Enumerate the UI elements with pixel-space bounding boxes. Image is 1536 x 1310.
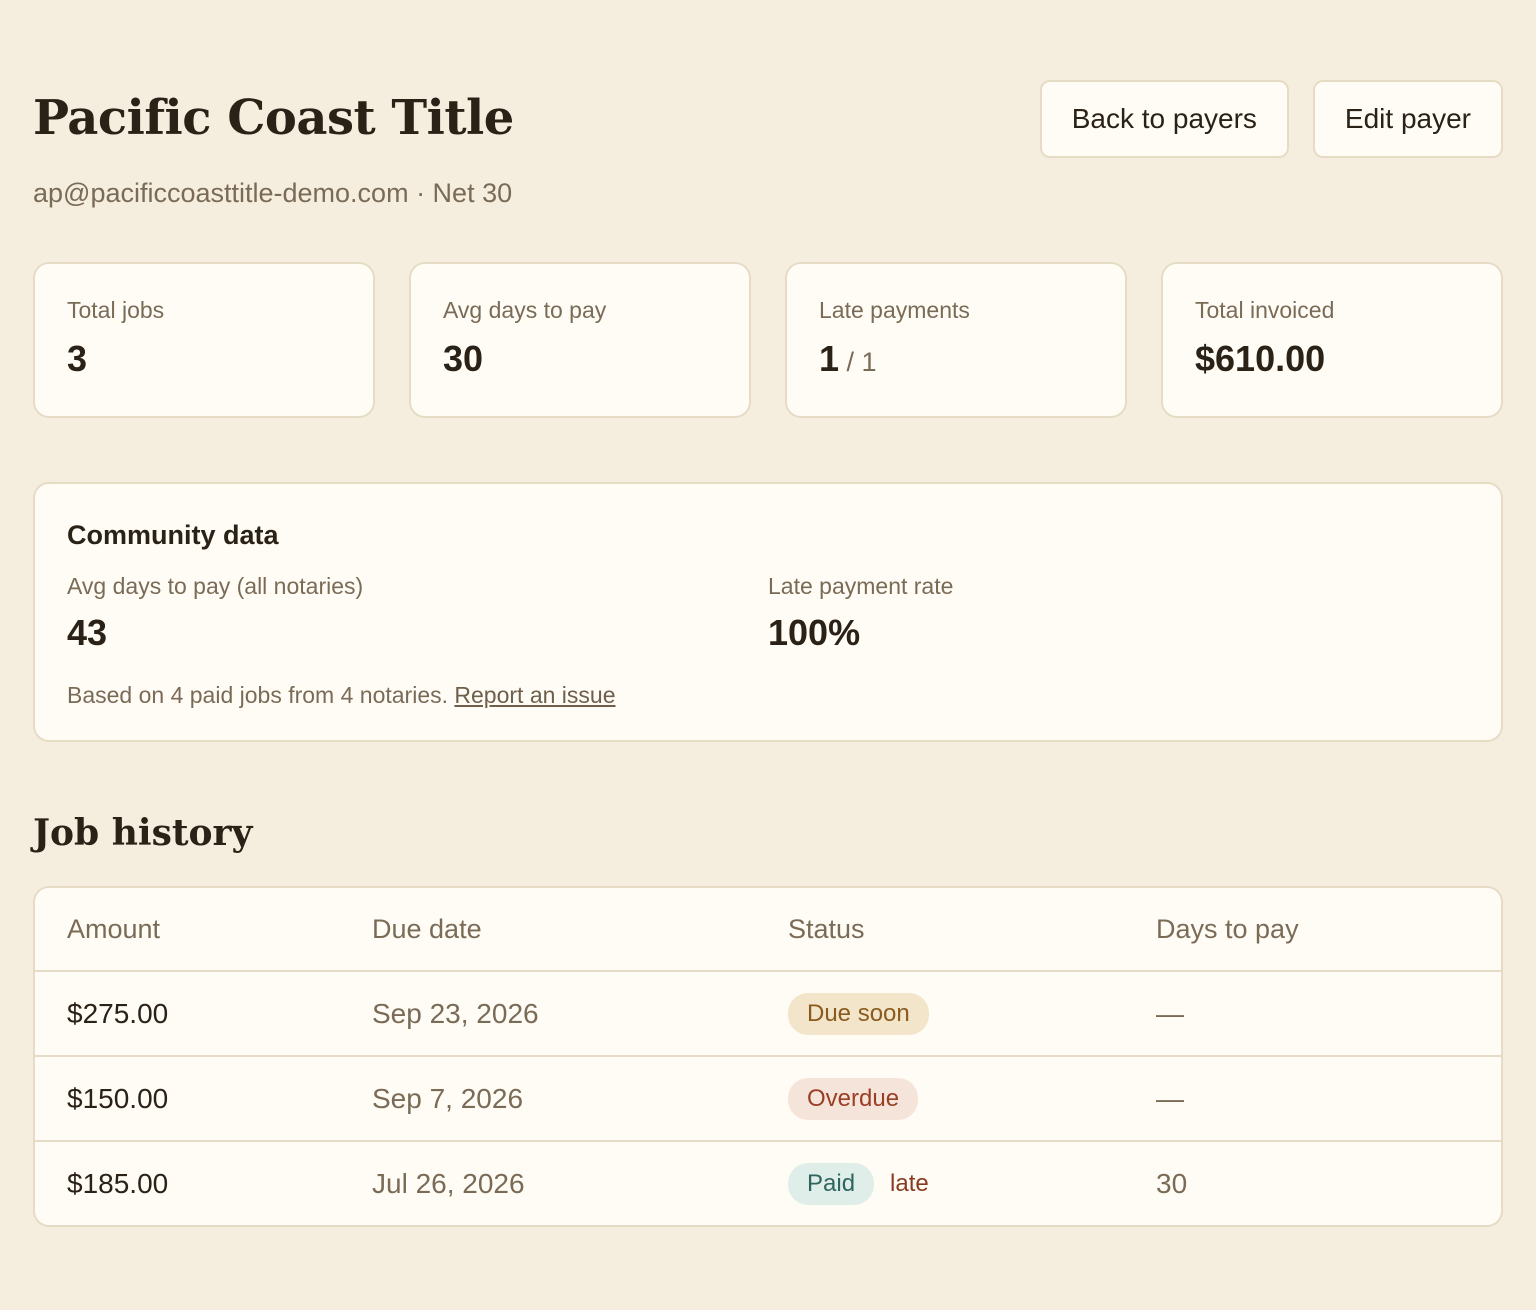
stat-label: Total jobs <box>67 297 165 323</box>
amount-cell: $275.00 <box>67 997 169 1029</box>
table-row[interactable]: $150.00 Sep 7, 2026 Overdue — <box>35 1055 1501 1140</box>
stat-number: 3 <box>67 338 88 379</box>
table-header-row: Amount Due date Status Days to pay <box>35 888 1501 970</box>
job-history-title: Job history <box>33 812 253 854</box>
due-date-cell: Sep 7, 2026 <box>372 1082 524 1114</box>
stat-card-avg-days: Avg days to pay 30 <box>409 262 751 418</box>
stat-card-total-invoiced: Total invoiced $610.00 <box>1161 262 1503 418</box>
community-title: Community data <box>67 520 279 550</box>
stat-card-late-payments: Late payments 1 / 1 <box>785 262 1127 418</box>
payer-contact-terms: ap@pacificcoasttitle-demo.com · Net 30 <box>33 178 513 208</box>
job-history-table: Amount Due date Status Days to pay $275.… <box>33 886 1503 1227</box>
stat-label: Total invoiced <box>1195 297 1335 323</box>
status-cell: Overdue <box>788 1077 1156 1120</box>
stat-label: Avg days to pay <box>443 297 607 323</box>
community-avg-value: 43 <box>67 612 108 653</box>
stat-value: $610.00 <box>1195 338 1469 380</box>
community-late-rate: Late payment rate 100% <box>768 573 1469 654</box>
stat-number: 30 <box>443 338 484 379</box>
column-header-amount: Amount <box>67 913 161 944</box>
status-cell: Paid late <box>788 1162 1156 1205</box>
table-row[interactable]: $275.00 Sep 23, 2026 Due soon — <box>35 970 1501 1055</box>
community-note: Based on 4 paid jobs from 4 notaries. Re… <box>67 682 1469 709</box>
days-to-pay-cell: — <box>1156 1082 1184 1114</box>
status-cell: Due soon <box>788 992 1156 1035</box>
stat-value: 3 <box>67 338 341 380</box>
edit-payer-button[interactable]: Edit payer <box>1312 80 1503 158</box>
payer-detail-page: Pacific Coast Title Back to payers Edit … <box>0 0 1536 1310</box>
amount-cell: $150.00 <box>67 1082 169 1114</box>
status-badge: Paid <box>788 1162 875 1205</box>
stat-label: Late payments <box>819 297 970 323</box>
back-to-payers-button[interactable]: Back to payers <box>1039 80 1289 158</box>
due-date-cell: Jul 26, 2026 <box>372 1167 525 1199</box>
stats-row: Total jobs 3 Avg days to pay 30 Late pay… <box>33 262 1503 418</box>
amount-cell: $185.00 <box>67 1167 169 1199</box>
stat-denominator: / 1 <box>839 347 877 377</box>
community-rate-label: Late payment rate <box>768 573 954 599</box>
days-to-pay-cell: 30 <box>1156 1167 1188 1199</box>
due-date-cell: Sep 23, 2026 <box>372 997 539 1029</box>
stat-value: 30 <box>443 338 717 380</box>
page-title: Pacific Coast Title <box>33 90 514 146</box>
community-metrics: Avg days to pay (all notaries) 43 Late p… <box>67 573 1469 654</box>
stat-number: $610.00 <box>1195 338 1326 379</box>
status-badge: Due soon <box>788 992 929 1035</box>
status-badge: Overdue <box>788 1077 919 1120</box>
late-tag: late <box>890 1169 929 1197</box>
report-issue-link[interactable]: Report an issue <box>454 682 615 708</box>
community-rate-value: 100% <box>768 612 861 653</box>
stat-number: 1 <box>819 338 840 379</box>
community-avg-label: Avg days to pay (all notaries) <box>67 573 364 599</box>
community-avg-days: Avg days to pay (all notaries) 43 <box>67 573 768 654</box>
column-header-days-to-pay: Days to pay <box>1156 913 1299 944</box>
header-actions: Back to payers Edit payer <box>1039 80 1503 158</box>
community-note-text: Based on 4 paid jobs from 4 notaries. <box>67 682 449 708</box>
days-to-pay-cell: — <box>1156 997 1184 1029</box>
column-header-status: Status <box>788 913 865 944</box>
page-header: Pacific Coast Title Back to payers Edit … <box>33 80 1503 160</box>
table-row[interactable]: $185.00 Jul 26, 2026 Paid late 30 <box>35 1140 1501 1225</box>
stat-value: 1 / 1 <box>819 338 1093 380</box>
stat-card-total-jobs: Total jobs 3 <box>33 262 375 418</box>
column-header-due-date: Due date <box>372 913 482 944</box>
community-data-card: Community data Avg days to pay (all nota… <box>33 482 1503 742</box>
